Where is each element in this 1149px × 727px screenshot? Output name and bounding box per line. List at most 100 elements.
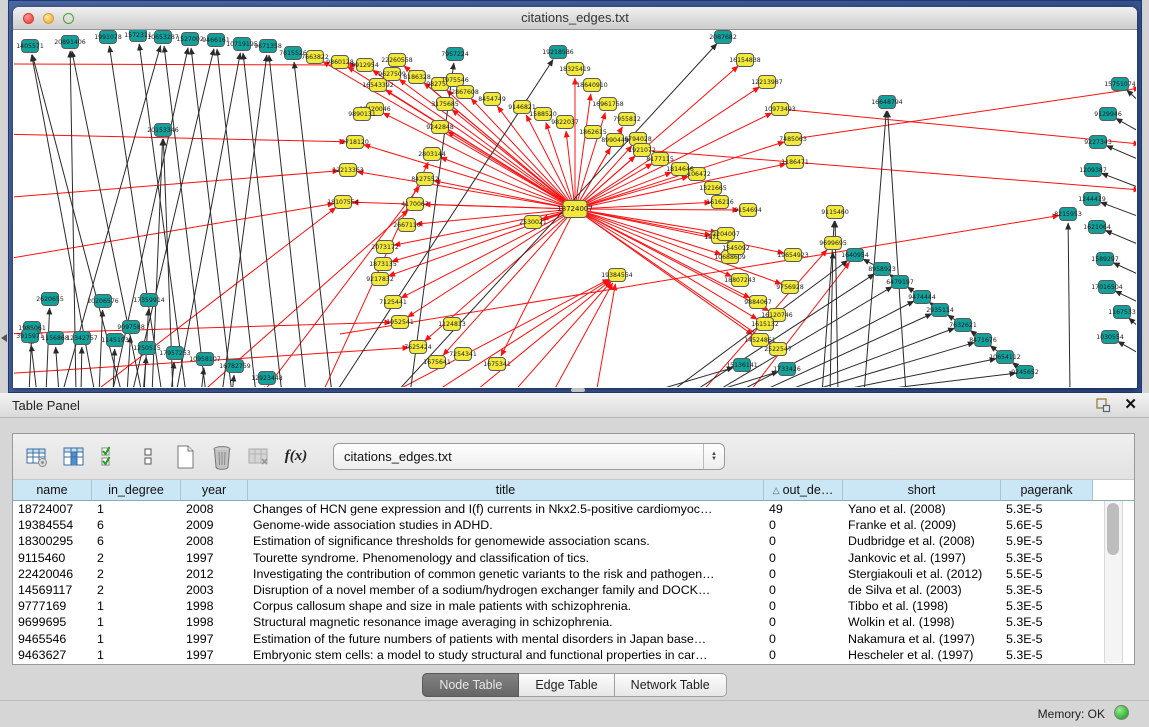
citation-edge[interactable]: [269, 55, 306, 387]
cell-short[interactable]: Wolkin et al. (1998): [843, 614, 1001, 630]
citation-edge[interactable]: [1129, 318, 1136, 328]
citation-edge[interactable]: [1101, 173, 1136, 188]
float-panel-icon[interactable]: [1095, 397, 1111, 413]
citation-edge[interactable]: [262, 186, 420, 387]
citation-edge[interactable]: [176, 53, 240, 387]
cell-pagerank[interactable]: 5.6E-5: [1001, 517, 1093, 533]
table-row[interactable]: 2242004622012Investigating the contribut…: [13, 566, 1134, 582]
tab-node-table[interactable]: Node Table: [422, 673, 519, 697]
table-mode-icon[interactable]: [23, 443, 51, 471]
citation-edge[interactable]: [552, 283, 613, 387]
cell-short[interactable]: Hescheler et al. (1997): [843, 647, 1001, 663]
cell-name[interactable]: 22420046: [13, 566, 92, 582]
cell-pagerank[interactable]: 5.3E-5: [1001, 614, 1093, 630]
citation-edge[interactable]: [14, 134, 346, 142]
cell-pagerank[interactable]: 5.3E-5: [1001, 582, 1093, 598]
cell-title[interactable]: Embryonic stem cells: a model to study s…: [248, 647, 764, 663]
cell-name[interactable]: 9699695: [13, 614, 92, 630]
cell-in_degree[interactable]: 1: [92, 631, 181, 647]
cell-out_degree[interactable]: 0: [764, 550, 843, 566]
cell-year[interactable]: 2009: [181, 517, 248, 533]
cell-title[interactable]: Structural magnetic resonance image aver…: [248, 614, 764, 630]
citation-edge[interactable]: [1068, 223, 1070, 387]
column-header-name[interactable]: name: [13, 480, 92, 501]
cell-year[interactable]: 2008: [181, 501, 248, 517]
table-selector-dropdown[interactable]: citations_edges.txt ▲▼: [333, 443, 725, 470]
cell-title[interactable]: Estimation of the future numbers of pati…: [248, 631, 764, 647]
column-header-in_degree[interactable]: in_degree: [92, 480, 181, 501]
cell-pagerank[interactable]: 5.9E-5: [1001, 533, 1093, 549]
cell-in_degree[interactable]: 2: [92, 582, 181, 598]
cell-pagerank[interactable]: 5.3E-5: [1001, 598, 1093, 614]
cell-year[interactable]: 1997: [181, 550, 248, 566]
table-row[interactable]: 969969511998Structural magnetic resonanc…: [13, 614, 1134, 630]
cell-year[interactable]: 2003: [181, 582, 248, 598]
citation-edge[interactable]: [472, 281, 610, 387]
citation-edge[interactable]: [31, 345, 37, 387]
unselect-all-columns-icon[interactable]: [134, 443, 162, 471]
citation-edge[interactable]: [1127, 90, 1136, 102]
citation-edge[interactable]: [1118, 341, 1136, 354]
cell-pagerank[interactable]: 5.3E-5: [1001, 501, 1093, 517]
cell-title[interactable]: Tourette syndrome. Phenomenology and cla…: [248, 550, 764, 566]
cell-title[interactable]: Genome-wide association studies in ADHD.: [248, 517, 764, 533]
citation-edge[interactable]: [383, 113, 575, 209]
cell-out_degree[interactable]: 0: [764, 533, 843, 549]
column-header-out_de[interactable]: △out_de…: [764, 480, 843, 501]
cell-in_degree[interactable]: 1: [92, 598, 181, 614]
citation-edge[interactable]: [448, 132, 575, 209]
cell-out_degree[interactable]: 0: [764, 598, 843, 614]
cell-year[interactable]: 1998: [181, 598, 248, 614]
delete-attribute-icon[interactable]: [208, 443, 236, 471]
show-columns-icon[interactable]: [60, 443, 88, 471]
cell-in_degree[interactable]: 1: [92, 614, 181, 630]
citation-edge[interactable]: [1115, 291, 1136, 303]
cell-name[interactable]: 9463627: [13, 647, 92, 663]
citation-edge[interactable]: [1105, 230, 1136, 245]
close-panel-icon[interactable]: ✕: [1124, 395, 1137, 413]
cell-in_degree[interactable]: 6: [92, 533, 181, 549]
column-header-title[interactable]: title: [248, 480, 764, 501]
table-row[interactable]: 1938455462009Genome-wide association stu…: [13, 517, 1134, 533]
network-window-titlebar[interactable]: citations_edges.txt: [13, 7, 1137, 30]
citation-edge[interactable]: [575, 209, 739, 210]
cell-name[interactable]: 9777169: [13, 598, 92, 614]
tab-edge-table[interactable]: Edge Table: [519, 673, 614, 697]
citation-edge[interactable]: [14, 322, 391, 334]
citation-edge[interactable]: [392, 209, 575, 262]
citation-edge[interactable]: [388, 209, 575, 276]
cell-year[interactable]: 2012: [181, 566, 248, 582]
network-canvas[interactable]: 1872400714055712089140619910781572311106…: [14, 30, 1136, 387]
cell-year[interactable]: 1998: [181, 614, 248, 630]
table-row[interactable]: 946554611997Estimation of the future num…: [13, 631, 1134, 647]
cell-year[interactable]: 2008: [181, 533, 248, 549]
select-all-columns-icon[interactable]: [97, 443, 125, 471]
column-header-short[interactable]: short: [843, 480, 1001, 501]
cell-name[interactable]: 18300295: [13, 533, 92, 549]
citation-edge[interactable]: [644, 368, 733, 387]
cell-short[interactable]: Jankovic et al. (1997): [843, 550, 1001, 566]
table-row[interactable]: 911546021997Tourette syndrome. Phenomeno…: [13, 550, 1134, 566]
citation-edge[interactable]: [566, 131, 575, 209]
cell-out_degree[interactable]: 0: [764, 647, 843, 663]
citation-edge[interactable]: [99, 310, 103, 387]
cell-out_degree[interactable]: 0: [764, 566, 843, 582]
cell-short[interactable]: Nakamura et al. (1997): [843, 631, 1001, 647]
citation-edge[interactable]: [232, 375, 234, 387]
citation-edge[interactable]: [575, 172, 672, 209]
citation-edge[interactable]: [822, 359, 996, 387]
citation-edge[interactable]: [844, 373, 1016, 387]
cell-name[interactable]: 19384554: [13, 517, 92, 533]
splitter-handle[interactable]: [571, 388, 585, 392]
citation-edge[interactable]: [364, 145, 575, 209]
citation-edge[interactable]: [1116, 118, 1136, 132]
cell-out_degree[interactable]: 0: [764, 631, 843, 647]
table-row[interactable]: 977716911998Corpus callosum shape and si…: [13, 598, 1134, 614]
citation-edge[interactable]: [1106, 146, 1136, 160]
cell-in_degree[interactable]: 2: [92, 550, 181, 566]
cell-name[interactable]: 18724007: [13, 501, 92, 517]
cell-pagerank[interactable]: 5.3E-5: [1001, 550, 1093, 566]
citation-edge[interactable]: [29, 337, 32, 387]
citation-edge[interactable]: [46, 308, 50, 387]
cell-pagerank[interactable]: 5.3E-5: [1001, 647, 1093, 663]
